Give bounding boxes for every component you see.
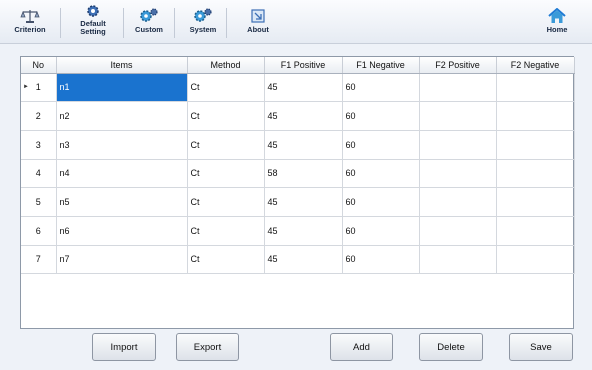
export-button[interactable]: Export xyxy=(176,333,239,361)
row-number-cell[interactable]: 3 xyxy=(21,130,57,160)
f1-negative-cell[interactable]: 60 xyxy=(342,187,420,217)
row-number-cell[interactable]: 7 xyxy=(21,245,57,275)
items-cell[interactable]: n4 xyxy=(56,159,188,189)
method-cell[interactable]: Ct xyxy=(187,159,265,189)
row-number-cell[interactable]: 2 xyxy=(21,101,57,131)
method-cell[interactable]: Ct xyxy=(187,245,265,275)
gears-icon xyxy=(193,4,213,24)
col-header-no[interactable]: No xyxy=(21,57,57,74)
f2-negative-cell[interactable] xyxy=(496,187,575,217)
row-pointer-icon: ► xyxy=(23,83,29,90)
f1-negative-cell[interactable]: 60 xyxy=(342,245,420,275)
col-header-method[interactable]: Method xyxy=(187,57,265,74)
f2-positive-cell[interactable] xyxy=(419,159,497,189)
default-setting-button[interactable]: Default Setting xyxy=(66,0,120,44)
criterion-button[interactable]: Criterion xyxy=(8,0,52,44)
f2-positive-cell[interactable] xyxy=(419,216,497,246)
items-cell[interactable]: n3 xyxy=(56,130,188,160)
table-row[interactable]: 2 n2 Ct 45 60 xyxy=(21,101,575,131)
f2-negative-cell[interactable] xyxy=(496,245,575,275)
f1-negative-cell[interactable]: 60 xyxy=(342,73,420,103)
f1-positive-cell[interactable]: 45 xyxy=(264,101,343,131)
toolbar-divider xyxy=(226,8,227,38)
f2-negative-cell[interactable] xyxy=(496,73,575,103)
items-cell[interactable]: n5 xyxy=(56,187,188,217)
about-label: About xyxy=(247,25,269,34)
f1-positive-cell[interactable]: 45 xyxy=(264,130,343,160)
method-cell[interactable]: Ct xyxy=(187,130,265,160)
f1-positive-cell[interactable]: 45 xyxy=(264,216,343,246)
toolbar: Criterion Default Setting Custom System … xyxy=(0,0,592,44)
f2-positive-cell[interactable] xyxy=(419,101,497,131)
col-header-items[interactable]: Items xyxy=(56,57,188,74)
scale-icon xyxy=(20,4,40,24)
col-header-f2-negative[interactable]: F2 Negative xyxy=(496,57,575,74)
method-cell[interactable]: Ct xyxy=(187,216,265,246)
f1-negative-cell[interactable]: 60 xyxy=(342,130,420,160)
table-row[interactable]: ► 1 n1 Ct 45 60 xyxy=(21,73,575,103)
gear-icon xyxy=(86,4,100,18)
about-button[interactable]: About xyxy=(238,0,278,44)
items-cell[interactable]: n6 xyxy=(56,216,188,246)
f2-negative-cell[interactable] xyxy=(496,159,575,189)
toolbar-divider xyxy=(123,8,124,38)
home-button[interactable]: Home xyxy=(538,0,576,44)
row-number: 1 xyxy=(35,82,41,93)
table-row[interactable]: 4 n4 Ct 58 60 xyxy=(21,159,575,189)
toolbar-divider xyxy=(60,8,61,38)
col-header-f1-positive[interactable]: F1 Positive xyxy=(264,57,343,74)
toolbar-divider xyxy=(174,8,175,38)
custom-label: Custom xyxy=(135,25,163,34)
items-cell[interactable]: n2 xyxy=(56,101,188,131)
row-number-cell[interactable]: ► 1 xyxy=(21,73,57,103)
items-table: No Items Method F1 Positive F1 Negative … xyxy=(21,57,575,275)
items-cell[interactable]: n7 xyxy=(56,245,188,275)
f1-positive-cell[interactable]: 45 xyxy=(264,187,343,217)
delete-button[interactable]: Delete xyxy=(419,333,483,361)
table-row[interactable]: 7 n7 Ct 45 60 xyxy=(21,245,575,275)
f2-positive-cell[interactable] xyxy=(419,187,497,217)
col-header-f2-positive[interactable]: F2 Positive xyxy=(419,57,497,74)
f1-positive-cell[interactable]: 58 xyxy=(264,159,343,189)
home-icon xyxy=(548,4,566,24)
info-icon xyxy=(250,4,266,24)
f1-negative-cell[interactable]: 60 xyxy=(342,216,420,246)
method-cell[interactable]: Ct xyxy=(187,101,265,131)
items-cell[interactable]: n1 xyxy=(56,73,188,103)
f2-positive-cell[interactable] xyxy=(419,245,497,275)
f1-positive-cell[interactable]: 45 xyxy=(264,245,343,275)
system-label: System xyxy=(189,25,217,34)
f2-positive-cell[interactable] xyxy=(419,73,497,103)
custom-button[interactable]: Custom xyxy=(128,0,170,44)
table-row[interactable]: 5 n5 Ct 45 60 xyxy=(21,187,575,217)
f1-positive-cell[interactable]: 45 xyxy=(264,73,343,103)
system-button[interactable]: System xyxy=(182,0,224,44)
f1-negative-cell[interactable]: 60 xyxy=(342,101,420,131)
items-grid[interactable]: No Items Method F1 Positive F1 Negative … xyxy=(20,56,575,329)
import-button[interactable]: Import xyxy=(92,333,156,361)
f2-negative-cell[interactable] xyxy=(496,216,575,246)
default-setting-label: Default Setting xyxy=(80,19,106,36)
f1-negative-cell[interactable]: 60 xyxy=(342,159,420,189)
col-header-f1-negative[interactable]: F1 Negative xyxy=(342,57,420,74)
gears-icon xyxy=(139,4,159,24)
table-row[interactable]: 6 n6 Ct 45 60 xyxy=(21,216,575,246)
f2-negative-cell[interactable] xyxy=(496,101,575,131)
table-header-row: No Items Method F1 Positive F1 Negative … xyxy=(21,57,575,74)
method-cell[interactable]: Ct xyxy=(187,73,265,103)
method-cell[interactable]: Ct xyxy=(187,187,265,217)
f2-negative-cell[interactable] xyxy=(496,130,575,160)
save-button[interactable]: Save xyxy=(509,333,573,361)
add-button[interactable]: Add xyxy=(330,333,393,361)
row-number-cell[interactable]: 6 xyxy=(21,216,57,246)
criterion-label: Criterion xyxy=(14,25,46,34)
table-row[interactable]: 3 n3 Ct 45 60 xyxy=(21,130,575,160)
row-number-cell[interactable]: 5 xyxy=(21,187,57,217)
f2-positive-cell[interactable] xyxy=(419,130,497,160)
home-label: Home xyxy=(546,25,568,34)
row-number-cell[interactable]: 4 xyxy=(21,159,57,189)
